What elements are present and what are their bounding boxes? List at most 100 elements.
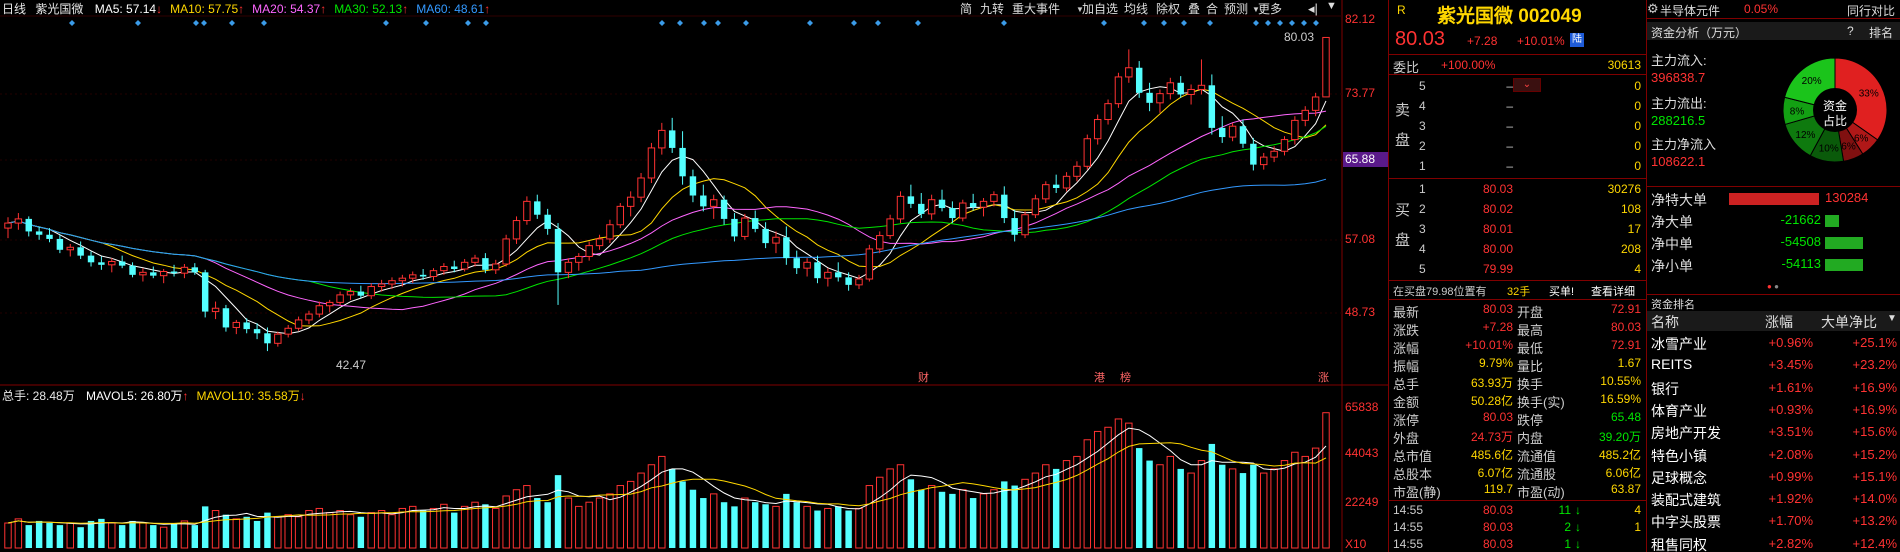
- rank-row[interactable]: 足球概念 +0.99% +15.1%: [1647, 467, 1900, 488]
- compare-button[interactable]: 同行对比: [1847, 2, 1895, 19]
- volume-bar[interactable]: [886, 468, 894, 549]
- volume-bar[interactable]: [876, 476, 884, 549]
- rank-row[interactable]: 体育产业 +0.93% +16.9%: [1647, 400, 1900, 421]
- rank-header-name[interactable]: 名称: [1651, 312, 1679, 332]
- volume-bar[interactable]: [720, 502, 728, 548]
- expand-icon[interactable]: ◂|: [1308, 1, 1318, 17]
- volume-bar[interactable]: [1228, 468, 1237, 549]
- volume-bar[interactable]: [150, 525, 157, 548]
- volume-bar[interactable]: [523, 485, 531, 549]
- volume-bar[interactable]: [1197, 460, 1206, 549]
- rank-link[interactable]: 排名: [1869, 24, 1893, 41]
- rank-row[interactable]: 装配式建筑 +1.92% +14.0%: [1647, 489, 1900, 510]
- candle[interactable]: [1322, 36, 1330, 98]
- period-label[interactable]: 日线: [2, 2, 26, 16]
- volume-bar[interactable]: [814, 510, 821, 548]
- volume-bar[interactable]: [305, 510, 313, 549]
- volume-bar[interactable]: [325, 512, 334, 549]
- volume-bar[interactable]: [35, 520, 43, 548]
- volume-bar[interactable]: [709, 493, 718, 549]
- rank-name[interactable]: 中字头股票: [1651, 512, 1721, 532]
- rank-name[interactable]: 体育产业: [1651, 401, 1707, 421]
- volume-bar[interactable]: [357, 516, 365, 548]
- sector-name[interactable]: 半导体元件: [1660, 2, 1720, 19]
- volume-bar[interactable]: [201, 506, 209, 548]
- volume-bar[interactable]: [896, 464, 905, 549]
- volume-bar[interactable]: [564, 497, 573, 549]
- help-icon[interactable]: ?: [1847, 24, 1854, 38]
- volume-bar[interactable]: [108, 522, 116, 549]
- rank-name[interactable]: 房地产开发: [1651, 423, 1721, 443]
- volume-bar[interactable]: [927, 485, 936, 549]
- volume-bar[interactable]: [772, 505, 780, 549]
- book-price[interactable]: –: [1469, 79, 1513, 93]
- rank-name[interactable]: 银行: [1651, 379, 1679, 399]
- volume-bar[interactable]: [544, 502, 551, 548]
- volume-bar[interactable]: [4, 522, 12, 549]
- toolbar-button[interactable]: 除权: [1156, 1, 1180, 17]
- volume-bar[interactable]: [1011, 485, 1018, 548]
- toolbar-button[interactable]: 重大事件: [1012, 1, 1060, 17]
- volume-bar[interactable]: [14, 518, 23, 549]
- volume-bar[interactable]: [668, 468, 676, 548]
- candle[interactable]: [741, 213, 749, 240]
- volume-bar[interactable]: [118, 525, 126, 548]
- volume-bar[interactable]: [959, 489, 967, 549]
- rank-row[interactable]: 银行 +1.61% +16.9%: [1647, 378, 1900, 399]
- book-price[interactable]: 80.02: [1469, 202, 1513, 216]
- volume-bar[interactable]: [1239, 473, 1247, 548]
- candle[interactable]: [201, 269, 209, 318]
- toolbar-button[interactable]: 均线: [1124, 1, 1148, 17]
- volume-bar[interactable]: [1135, 448, 1143, 548]
- volume-bar[interactable]: [460, 505, 469, 549]
- volume-bar[interactable]: [56, 525, 64, 548]
- toolbar-button[interactable]: 叠: [1188, 1, 1200, 17]
- volume-bar[interactable]: [647, 464, 656, 549]
- volume-bar[interactable]: [679, 481, 686, 548]
- volume-bar[interactable]: [429, 507, 438, 549]
- volume-bar[interactable]: [264, 512, 271, 548]
- candle[interactable]: [647, 142, 656, 183]
- book-price[interactable]: –: [1469, 119, 1513, 133]
- rank-header-change[interactable]: 涨幅: [1765, 312, 1793, 332]
- rank-row[interactable]: 中字头股票 +1.70% +13.2%: [1647, 511, 1900, 532]
- volume-bar[interactable]: [700, 498, 707, 548]
- volume-bar[interactable]: [409, 505, 417, 549]
- toolbar-button[interactable]: 九转: [980, 1, 1004, 17]
- settings-icon[interactable]: ⚙: [1647, 1, 1659, 17]
- candle[interactable]: [1021, 211, 1029, 239]
- volume-bar[interactable]: [243, 516, 250, 548]
- volume-bar[interactable]: [835, 506, 842, 548]
- event-marker[interactable]: 涨: [1318, 369, 1329, 385]
- volume-bar[interactable]: [534, 498, 541, 548]
- volume-bar[interactable]: [918, 489, 925, 548]
- volume-bar[interactable]: [658, 455, 666, 549]
- candle[interactable]: [1083, 134, 1092, 170]
- view-detail-link[interactable]: 查看详细: [1591, 283, 1635, 299]
- volume-bar[interactable]: [1270, 468, 1278, 549]
- volume-bar[interactable]: [1052, 468, 1060, 548]
- volume-bar[interactable]: [139, 522, 147, 549]
- volume-bar[interactable]: [211, 510, 220, 549]
- volume-bar[interactable]: [1146, 460, 1153, 548]
- kline-chart[interactable]: [0, 0, 1388, 552]
- volume-bar[interactable]: [77, 527, 84, 548]
- volume-bar[interactable]: [1177, 468, 1184, 548]
- rank-name[interactable]: 特色小镇: [1651, 446, 1707, 466]
- volume-bar[interactable]: [689, 489, 697, 548]
- scroll-down-icon[interactable]: ▼: [1326, 0, 1337, 12]
- volume-bar[interactable]: [1301, 455, 1309, 549]
- volume-bar[interactable]: [367, 512, 375, 549]
- volume-bar[interactable]: [751, 502, 759, 548]
- volume-bar[interactable]: [1187, 472, 1195, 549]
- volume-bar[interactable]: [1093, 430, 1102, 549]
- volume-bar[interactable]: [46, 523, 53, 548]
- rank-name[interactable]: 租售同权: [1651, 535, 1707, 552]
- rank-name[interactable]: REITS: [1651, 356, 1692, 372]
- rank-row[interactable]: 租售同权 +2.82% +12.4%: [1647, 534, 1900, 552]
- book-price[interactable]: 80.01: [1469, 222, 1513, 236]
- book-price[interactable]: –: [1469, 159, 1513, 173]
- dropdown-arrow-icon[interactable]: ▼: [1252, 5, 1260, 14]
- rank-row[interactable]: 冰雪产业 +0.96% +25.1%: [1647, 333, 1900, 354]
- volume-bar[interactable]: [1219, 464, 1226, 548]
